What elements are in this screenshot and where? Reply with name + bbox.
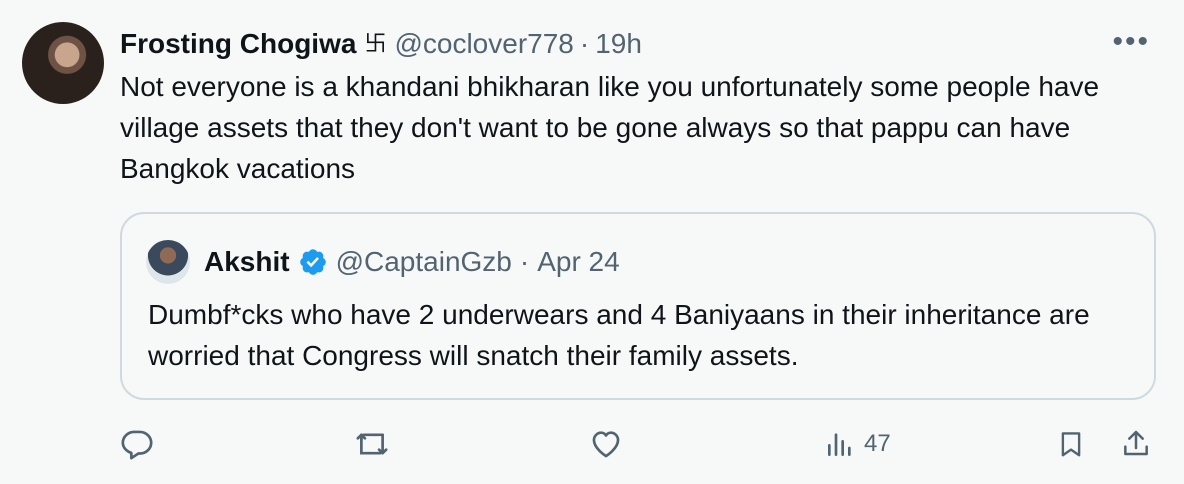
header-separator: · <box>579 28 590 59</box>
quoted-tweet[interactable]: Akshit @CaptainGzb · Apr 24 Dumbf*cks wh… <box>120 212 1156 400</box>
quoted-author-name[interactable]: Akshit <box>204 244 290 280</box>
author-name[interactable]: Frosting Chogiwa <box>120 26 356 62</box>
tweet-card[interactable]: Frosting Chogiwa 卐 @coclover778 · 19h ••… <box>0 0 1184 484</box>
tweet-text: Not everyone is a khandani bhikharan lik… <box>120 71 1100 184</box>
author-handle[interactable]: @coclover778 <box>394 26 573 62</box>
tweet-header: Frosting Chogiwa 卐 @coclover778 · 19h <box>120 26 642 62</box>
quoted-author-avatar[interactable] <box>146 240 190 284</box>
reply-icon <box>121 430 153 460</box>
bookmark-button[interactable] <box>1056 426 1086 462</box>
retweet-icon <box>356 433 388 455</box>
quoted-tweet-text: Dumbf*cks who have 2 underwears and 4 Ba… <box>148 299 1090 371</box>
share-icon <box>1124 430 1148 456</box>
views-count: 47 <box>864 430 891 457</box>
bookmark-icon <box>1061 432 1081 457</box>
name-emoji: 卐 <box>364 31 387 56</box>
views-icon <box>828 433 851 456</box>
views-button[interactable]: 47 <box>824 426 891 462</box>
quoted-header-separator: · <box>519 246 530 277</box>
quoted-tweet-date[interactable]: Apr 24 <box>537 244 620 280</box>
quoted-author-handle[interactable]: @CaptainGzb <box>336 244 512 280</box>
action-bar: 47 <box>0 420 1184 470</box>
share-button[interactable] <box>1120 426 1152 462</box>
quoted-tweet-header: Akshit @CaptainGzb · Apr 24 <box>204 244 620 280</box>
reply-button[interactable] <box>120 426 154 462</box>
like-icon <box>592 431 620 458</box>
more-icon[interactable]: ••• <box>1112 27 1150 57</box>
tweet-time[interactable]: 19h <box>595 26 642 62</box>
verified-icon <box>299 249 326 275</box>
like-button[interactable] <box>588 426 624 462</box>
author-avatar[interactable] <box>22 22 104 104</box>
retweet-button[interactable] <box>354 426 390 462</box>
